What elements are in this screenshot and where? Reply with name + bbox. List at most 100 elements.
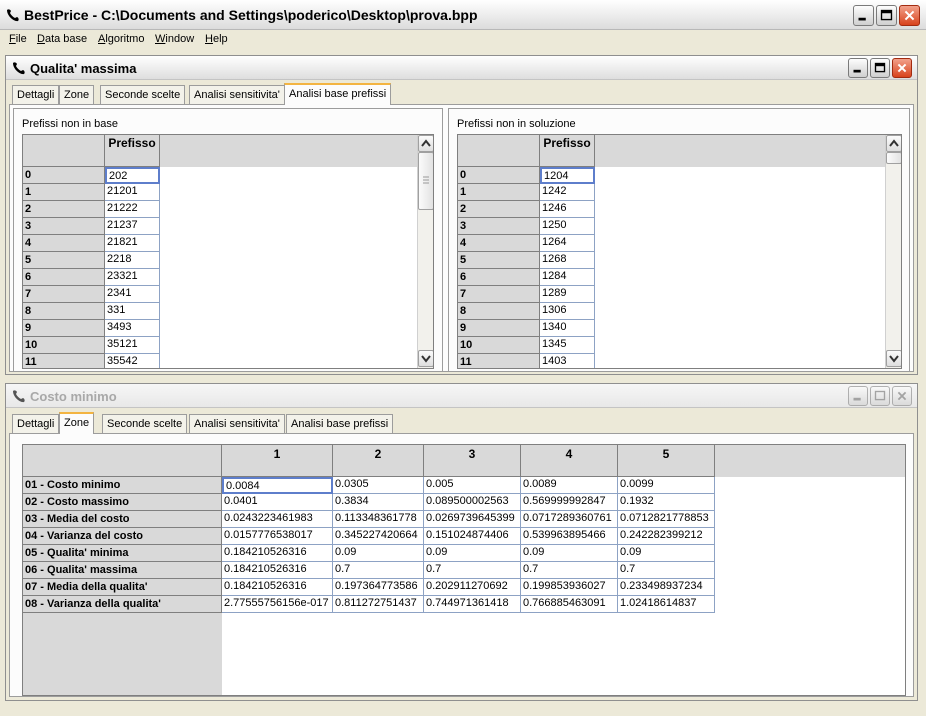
app-title-bar[interactable]: BestPrice - C:\Documents and Settings\po…	[0, 0, 926, 30]
menu-file[interactable]: File	[9, 33, 27, 45]
table-cell[interactable]: 0.7	[521, 562, 618, 579]
minimize-button[interactable]	[848, 58, 868, 78]
scroll-up-button[interactable]	[418, 135, 433, 152]
table-cell[interactable]: 0.09	[424, 545, 521, 562]
table-cell[interactable]: 0.3834	[333, 494, 424, 511]
table-cell[interactable]: 0.7	[333, 562, 424, 579]
table-cell[interactable]: 0.744971361418	[424, 596, 521, 613]
table-cell[interactable]: 0.0717289360761	[521, 511, 618, 528]
table-cell[interactable]: 0.09	[521, 545, 618, 562]
prefisso-cell[interactable]: 1264	[540, 235, 595, 252]
table-cell[interactable]: 0.7	[618, 562, 715, 579]
column-header[interactable]: 3	[424, 445, 521, 477]
prefisso-cell[interactable]: 2218	[105, 252, 160, 269]
table-cell[interactable]: 0.005	[424, 477, 521, 494]
close-button[interactable]	[892, 58, 912, 78]
tab-analisi-sensitivita[interactable]: Analisi sensitivita'	[189, 414, 285, 434]
tab-zone[interactable]: Zone	[59, 412, 95, 434]
table-cell[interactable]: 2.77555756156e-017	[222, 596, 333, 613]
prefisso-cell[interactable]: 21237	[105, 218, 160, 235]
window-title-bar[interactable]: Qualita' massima	[6, 56, 917, 80]
maximize-button[interactable]	[876, 5, 897, 26]
scroll-down-button[interactable]	[886, 350, 901, 367]
tab-dettagli[interactable]: Dettagli	[12, 85, 60, 105]
menu-window[interactable]: Window	[155, 33, 194, 45]
prefisso-cell[interactable]: 21821	[105, 235, 160, 252]
tab-analisi-base-prefissi[interactable]: Analisi base prefissi	[286, 414, 394, 434]
prefisso-cell[interactable]: 35121	[105, 337, 160, 354]
prefisso-cell[interactable]: 1345	[540, 337, 595, 354]
tab-dettagli[interactable]: Dettagli	[12, 414, 60, 434]
maximize-button[interactable]	[870, 58, 890, 78]
prefisso-cell[interactable]: 1250	[540, 218, 595, 235]
table-cell[interactable]: 1.02418614837	[618, 596, 715, 613]
prefisso-cell[interactable]: 1289	[540, 286, 595, 303]
table-cell[interactable]: 0.0712821778853	[618, 511, 715, 528]
prefisso-cell[interactable]: 1204	[540, 167, 595, 184]
prefisso-cell[interactable]: 1242	[540, 184, 595, 201]
table-cell[interactable]: 0.0305	[333, 477, 424, 494]
menu-data-base[interactable]: Data base	[37, 33, 87, 45]
table-cell[interactable]: 0.539963895466	[521, 528, 618, 545]
table-cell[interactable]: 0.233498937234	[618, 579, 715, 596]
column-header-prefisso[interactable]: Prefisso	[105, 135, 160, 167]
prefisso-cell[interactable]: 331	[105, 303, 160, 320]
table-cell[interactable]: 0.811272751437	[333, 596, 424, 613]
table-cell[interactable]: 0.089500002563	[424, 494, 521, 511]
menu-algoritmo[interactable]: Algoritmo	[98, 33, 144, 45]
column-header[interactable]: 1	[222, 445, 333, 477]
table-cell[interactable]: 0.202911270692	[424, 579, 521, 596]
table-cell[interactable]: 0.09	[333, 545, 424, 562]
prefisso-cell[interactable]: 23321	[105, 269, 160, 286]
tab-analisi-base-prefissi[interactable]: Analisi base prefissi	[284, 83, 392, 105]
table-cell[interactable]: 0.242282399212	[618, 528, 715, 545]
table-cell[interactable]: 0.7	[424, 562, 521, 579]
column-header[interactable]: 5	[618, 445, 715, 477]
minimize-button[interactable]	[848, 386, 868, 406]
prefisso-cell[interactable]: 1284	[540, 269, 595, 286]
table-cell[interactable]: 0.197364773586	[333, 579, 424, 596]
table-cell[interactable]: 0.0084	[222, 477, 333, 494]
tab-seconde-scelte[interactable]: Seconde scelte	[102, 414, 188, 434]
prefisso-cell[interactable]: 202	[105, 167, 160, 184]
prefisso-cell[interactable]: 21222	[105, 201, 160, 218]
table-cell[interactable]: 0.766885463091	[521, 596, 618, 613]
prefisso-cell[interactable]: 3493	[105, 320, 160, 337]
table-cell[interactable]: 0.09	[618, 545, 715, 562]
menu-help[interactable]: Help	[205, 33, 228, 45]
prefisso-cell[interactable]: 21201	[105, 184, 160, 201]
vertical-scrollbar[interactable]	[885, 135, 901, 368]
table-cell[interactable]: 0.0089	[521, 477, 618, 494]
column-header-prefisso[interactable]: Prefisso	[540, 135, 595, 167]
window-title-bar[interactable]: Costo minimo	[6, 384, 917, 408]
table-cell[interactable]: 0.345227420664	[333, 528, 424, 545]
table-cell[interactable]: 0.151024874406	[424, 528, 521, 545]
scroll-up-button[interactable]	[886, 135, 901, 152]
grid-prefissi-non-in-base[interactable]: Prefisso 0 202 1 21201 2 21222 3 21237 4 21821 5 22…	[22, 134, 434, 369]
grid-zone[interactable]: 1 2 3 4 5 01 - Costo minimo 0.0084 0.0305 0.005 0…	[22, 444, 906, 696]
prefisso-cell[interactable]: 1403	[540, 354, 595, 368]
table-cell[interactable]: 0.0243223461983	[222, 511, 333, 528]
table-cell[interactable]: 0.1932	[618, 494, 715, 511]
prefisso-cell[interactable]: 2341	[105, 286, 160, 303]
column-header[interactable]: 4	[521, 445, 618, 477]
tab-seconde-scelte[interactable]: Seconde scelte	[100, 85, 186, 105]
table-cell[interactable]: 0.199853936027	[521, 579, 618, 596]
table-cell[interactable]: 0.184210526316	[222, 545, 333, 562]
table-cell[interactable]: 0.113348361778	[333, 511, 424, 528]
prefisso-cell[interactable]: 1246	[540, 201, 595, 218]
close-button[interactable]	[892, 386, 912, 406]
table-cell[interactable]: 0.0401	[222, 494, 333, 511]
minimize-button[interactable]	[853, 5, 874, 26]
prefisso-cell[interactable]: 1306	[540, 303, 595, 320]
table-cell[interactable]: 0.0269739645399	[424, 511, 521, 528]
prefisso-cell[interactable]: 35542	[105, 354, 160, 368]
scroll-thumb[interactable]	[886, 152, 901, 164]
tab-zone[interactable]: Zone	[59, 85, 95, 105]
scroll-thumb[interactable]	[418, 152, 433, 210]
prefisso-cell[interactable]: 1340	[540, 320, 595, 337]
table-cell[interactable]: 0.0099	[618, 477, 715, 494]
prefisso-cell[interactable]: 1268	[540, 252, 595, 269]
table-cell[interactable]: 0.0157776538017	[222, 528, 333, 545]
column-header[interactable]: 2	[333, 445, 424, 477]
